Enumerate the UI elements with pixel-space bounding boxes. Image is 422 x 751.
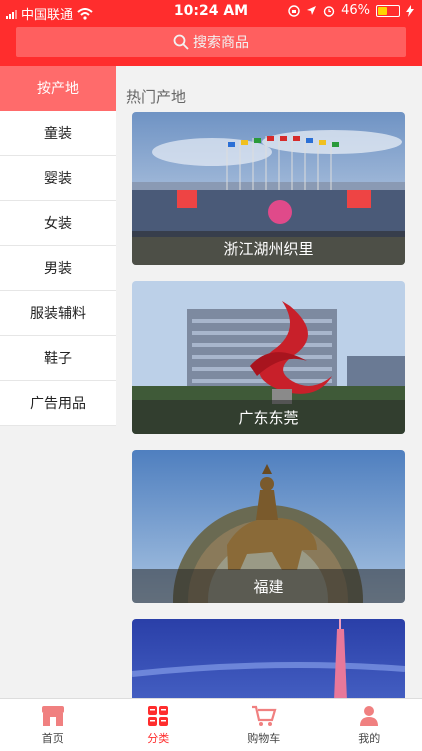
sidebar-item-label: 女装 <box>44 213 72 233</box>
sidebar-item-label: 童装 <box>44 123 72 143</box>
tab-home[interactable]: 首页 <box>0 699 106 751</box>
sidebar-item-womens-clothing[interactable]: 女装 <box>0 201 116 246</box>
battery-icon <box>376 5 400 17</box>
tab-profile[interactable]: 我的 <box>317 699 422 751</box>
main-content: 热门产地 浙江湖州 <box>116 66 422 698</box>
card-label: 福建 <box>132 569 405 603</box>
screen-lock-icon <box>288 5 300 17</box>
sidebar-item-label: 婴装 <box>44 168 72 188</box>
sidebar-item-by-origin[interactable]: 按产地 <box>0 66 116 111</box>
cart-icon <box>251 705 277 727</box>
user-icon <box>358 705 380 727</box>
battery-fill <box>378 7 387 15</box>
sidebar-item-shoes[interactable]: 鞋子 <box>0 336 116 381</box>
store-icon <box>41 705 65 727</box>
origin-card-guangdong[interactable]: 广东东莞 <box>132 281 405 434</box>
category-sidebar: 按产地 童装 婴装 女装 男装 服装辅料 鞋子 广告用品 <box>0 66 116 423</box>
search-placeholder: 搜索商品 <box>193 32 249 52</box>
tab-label: 我的 <box>358 730 380 746</box>
search-bar[interactable]: 搜索商品 <box>16 27 406 57</box>
location-icon <box>306 5 317 16</box>
bottom-tab-bar: 首页 分类 购物车 我的 <box>0 698 422 751</box>
sidebar-item-mens-clothing[interactable]: 男装 <box>0 246 116 291</box>
sidebar-item-baby-clothing[interactable]: 婴装 <box>0 156 116 201</box>
sidebar-item-label: 广告用品 <box>30 393 86 413</box>
charging-icon <box>406 5 414 17</box>
sidebar-item-clothing-accessories[interactable]: 服装辅料 <box>0 291 116 336</box>
tab-label: 分类 <box>147 730 169 746</box>
origin-card-guangzhou[interactable] <box>132 619 405 698</box>
header: 搜索商品 <box>0 24 422 66</box>
tab-category[interactable]: 分类 <box>106 699 212 751</box>
tab-cart[interactable]: 购物车 <box>211 699 317 751</box>
tab-label: 购物车 <box>247 730 280 746</box>
sidebar-item-label: 服装辅料 <box>30 303 86 323</box>
card-label: 广东东莞 <box>132 400 405 434</box>
origin-card-zhejiang[interactable]: 浙江湖州织里 <box>132 112 405 265</box>
sidebar-item-kids-clothing[interactable]: 童装 <box>0 111 116 156</box>
status-bar: 中国联通 10:24 AM 46% <box>0 0 422 24</box>
tab-label: 首页 <box>42 730 64 746</box>
section-title: 热门产地 <box>126 86 186 107</box>
sidebar-item-label: 鞋子 <box>44 348 72 368</box>
origin-card-fujian[interactable]: 福建 <box>132 450 405 603</box>
status-right: 46% <box>288 3 414 18</box>
sidebar-item-advertising-supplies[interactable]: 广告用品 <box>0 381 116 426</box>
card-photo <box>132 619 405 698</box>
category-icon <box>147 705 169 727</box>
sidebar-item-label: 男装 <box>44 258 72 278</box>
alarm-icon <box>323 5 335 17</box>
battery-percent: 46% <box>341 3 370 18</box>
card-label: 浙江湖州织里 <box>132 231 405 265</box>
sidebar-item-label: 按产地 <box>37 78 79 98</box>
search-icon <box>173 34 189 50</box>
